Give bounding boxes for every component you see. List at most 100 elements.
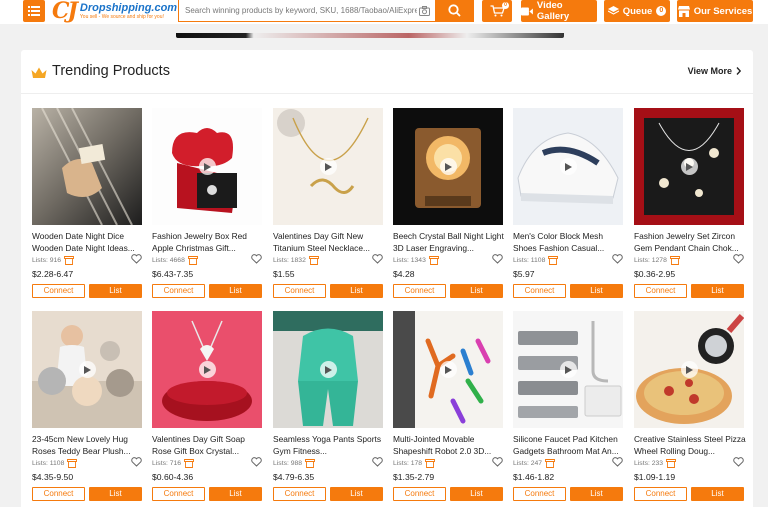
product-price: $1.46-1.82 (513, 472, 555, 482)
product-title[interactable]: Valentines Day Gift New Titanium Steel N… (273, 230, 385, 254)
heart-icon[interactable] (733, 254, 744, 264)
heart-icon[interactable] (492, 254, 503, 264)
product-card[interactable]: Silicone Faucet Pad Kitchen Gadgets Bath… (513, 311, 623, 506)
connect-button[interactable]: Connect (513, 487, 566, 501)
list-button[interactable]: List (89, 487, 142, 501)
our-services-button[interactable]: Our Services (677, 0, 753, 22)
play-icon[interactable] (440, 361, 457, 378)
product-title[interactable]: Fashion Jewelry Set Zircon Gem Pendant C… (634, 230, 746, 254)
list-button[interactable]: List (450, 284, 503, 298)
product-price: $6.43-7.35 (152, 269, 194, 279)
list-button[interactable]: List (570, 487, 623, 501)
product-title[interactable]: Silicone Faucet Pad Kitchen Gadgets Bath… (513, 433, 625, 457)
product-image[interactable] (32, 108, 142, 225)
heart-icon[interactable] (492, 457, 503, 467)
play-icon[interactable] (320, 158, 337, 175)
product-title[interactable]: Valentines Day Gift Soap Rose Gift Box C… (152, 433, 264, 457)
connect-button[interactable]: Connect (273, 487, 326, 501)
play-icon[interactable] (560, 158, 577, 175)
heart-icon[interactable] (251, 254, 262, 264)
play-icon[interactable] (681, 361, 698, 378)
list-button[interactable]: List (330, 487, 383, 501)
product-card[interactable]: Fashion Jewelry Set Zircon Gem Pendant C… (634, 108, 744, 303)
camera-icon[interactable] (417, 4, 431, 18)
list-button[interactable]: List (570, 284, 623, 298)
list-button[interactable]: List (89, 284, 142, 298)
product-card[interactable]: Creative Stainless Steel Pizza Wheel Rol… (634, 311, 746, 506)
connect-button[interactable]: Connect (393, 284, 446, 298)
product-image[interactable] (273, 108, 383, 225)
list-button[interactable]: List (691, 487, 744, 501)
product-card[interactable]: 23-45cm New Lovely Hug Roses Teddy Bear … (32, 311, 142, 506)
product-image[interactable] (634, 311, 744, 428)
product-card[interactable]: Beech Crystal Ball Night Light 3D Laser … (393, 108, 505, 303)
cart-button[interactable]: 0 (482, 0, 512, 22)
product-card[interactable]: Men's Color Block Mesh Shoes Fashion Cas… (513, 108, 623, 303)
menu-button[interactable] (23, 0, 45, 22)
product-card[interactable]: Fashion Jewelry Box Red Apple Christmas … (152, 108, 262, 303)
connect-button[interactable]: Connect (634, 487, 687, 501)
product-title[interactable]: Creative Stainless Steel Pizza Wheel Rol… (634, 433, 746, 457)
product-title[interactable]: Seamless Yoga Pants Sports Gym Fitness..… (273, 433, 385, 457)
promo-banner-strip[interactable] (176, 33, 564, 38)
connect-button[interactable]: Connect (152, 284, 205, 298)
play-icon[interactable] (199, 361, 216, 378)
product-image[interactable] (393, 311, 503, 428)
product-image[interactable] (152, 311, 262, 428)
list-button[interactable]: List (450, 487, 503, 501)
heart-icon[interactable] (612, 457, 623, 467)
connect-button[interactable]: Connect (513, 284, 566, 298)
product-image[interactable] (393, 108, 503, 225)
list-button[interactable]: List (209, 284, 262, 298)
product-image[interactable] (513, 108, 623, 225)
connect-button[interactable]: Connect (152, 487, 205, 501)
video-gallery-button[interactable]: Video Gallery (521, 0, 597, 22)
product-title[interactable]: Multi-Jointed Movable Shapeshift Robot 2… (393, 433, 505, 457)
connect-button[interactable]: Connect (393, 487, 446, 501)
product-image[interactable] (152, 108, 262, 225)
view-more-link[interactable]: View More (688, 66, 741, 76)
play-icon[interactable] (560, 361, 577, 378)
product-title[interactable]: Fashion Jewelry Box Red Apple Christmas … (152, 230, 264, 254)
connect-button[interactable]: Connect (634, 284, 687, 298)
heart-icon[interactable] (612, 254, 623, 264)
product-card[interactable]: Wooden Date Night Dice Wooden Date Night… (32, 108, 142, 303)
connect-button[interactable]: Connect (32, 487, 85, 501)
product-card[interactable]: Valentines Day Gift Soap Rose Gift Box C… (152, 311, 262, 506)
list-button[interactable]: List (209, 487, 262, 501)
product-title[interactable]: Men's Color Block Mesh Shoes Fashion Cas… (513, 230, 625, 254)
product-title[interactable]: 23-45cm New Lovely Hug Roses Teddy Bear … (32, 433, 144, 457)
product-lists-count: Lists: 233 (634, 459, 677, 468)
product-card[interactable]: Multi-Jointed Movable Shapeshift Robot 2… (393, 311, 503, 506)
product-card[interactable]: Seamless Yoga Pants Sports Gym Fitness..… (273, 311, 383, 506)
heart-icon[interactable] (131, 457, 142, 467)
connect-button[interactable]: Connect (273, 284, 326, 298)
play-icon[interactable] (199, 158, 216, 175)
heart-icon[interactable] (372, 254, 383, 264)
product-image[interactable] (273, 311, 383, 428)
queue-button[interactable]: Queue 0 (604, 0, 670, 22)
heart-icon[interactable] (251, 457, 262, 467)
connect-button[interactable]: Connect (32, 284, 85, 298)
product-title[interactable]: Wooden Date Night Dice Wooden Date Night… (32, 230, 144, 254)
product-title[interactable]: Beech Crystal Ball Night Light 3D Laser … (393, 230, 505, 254)
heart-icon[interactable] (372, 457, 383, 467)
site-logo[interactable]: CJ Dropshipping.com You sell - We source… (52, 0, 177, 22)
product-image[interactable] (634, 108, 744, 225)
play-icon[interactable] (440, 158, 457, 175)
search-input[interactable] (179, 0, 417, 21)
play-icon[interactable] (79, 361, 96, 378)
product-image[interactable] (513, 311, 623, 428)
list-button[interactable]: List (330, 284, 383, 298)
play-icon[interactable] (320, 361, 337, 378)
search-button[interactable] (435, 0, 473, 22)
product-card[interactable]: Valentines Day Gift New Titanium Steel N… (273, 108, 383, 303)
list-button[interactable]: List (691, 284, 744, 298)
heart-icon[interactable] (131, 254, 142, 264)
product-lists-count: Lists: 988 (273, 459, 316, 468)
heart-icon[interactable] (733, 457, 744, 467)
lists-label: Lists: 1108 (32, 460, 65, 467)
play-icon[interactable] (681, 158, 698, 175)
shop-icon (64, 256, 75, 265)
product-image[interactable] (32, 311, 142, 428)
